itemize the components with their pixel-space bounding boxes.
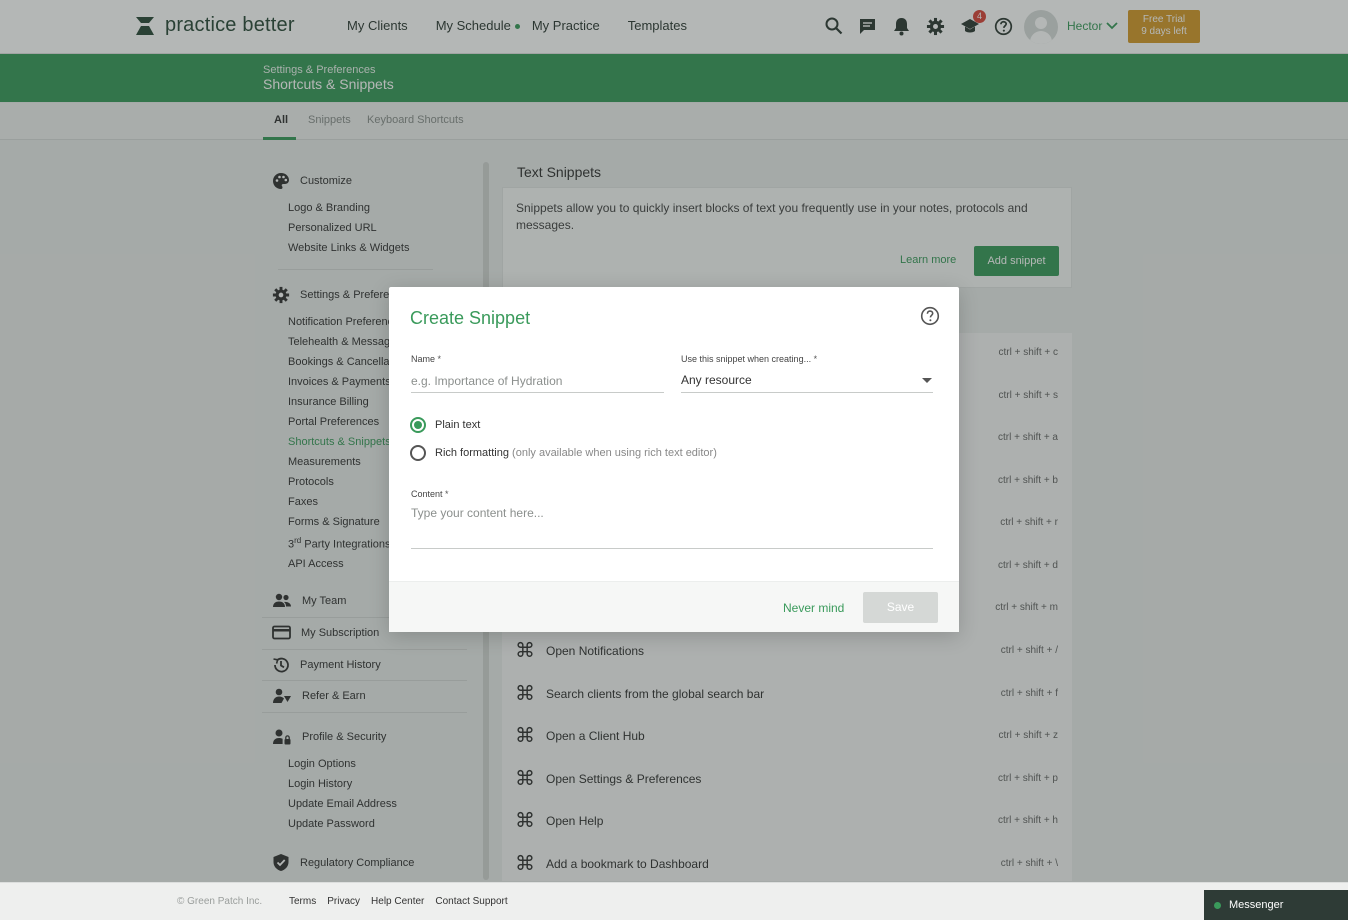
footer: © Green Patch Inc. Terms Privacy Help Ce… (0, 882, 1348, 920)
copyright: © Green Patch Inc. (177, 896, 263, 907)
never-mind-button[interactable]: Never mind (783, 601, 844, 615)
footer-link-contact-support[interactable]: Contact Support (435, 896, 507, 907)
required-mark: * (437, 354, 442, 364)
resource-type-select[interactable]: Any resource (681, 369, 933, 393)
footer-links: Terms Privacy Help Center Contact Suppor… (289, 896, 508, 907)
name-label-text: Name (411, 354, 436, 364)
online-status-dot (1214, 901, 1221, 909)
use-snippet-label-text: Use this snippet when creating... (681, 354, 812, 364)
selected-resource: Any resource (681, 373, 752, 387)
rich-formatting-radio[interactable] (410, 445, 426, 461)
plain-text-label: Plain text (435, 419, 481, 431)
help-icon[interactable] (920, 306, 940, 326)
modal-footer: Never mind Save (389, 581, 959, 632)
name-label: Name * (411, 354, 441, 364)
messenger-label: Messenger (1229, 899, 1284, 911)
content-label: Content * (411, 489, 449, 499)
modal-title: Create Snippet (410, 308, 531, 328)
rich-formatting-label: Rich formatting (only available when usi… (435, 447, 717, 459)
rich-formatting-option[interactable]: Rich formatting (only available when usi… (410, 445, 717, 461)
footer-link-privacy[interactable]: Privacy (327, 896, 360, 907)
content-label-text: Content (411, 489, 443, 499)
caret-down-icon (922, 378, 932, 383)
plain-text-option[interactable]: Plain text (410, 417, 480, 433)
content-textarea[interactable] (411, 506, 933, 549)
footer-link-help-center[interactable]: Help Center (371, 896, 424, 907)
name-input[interactable] (411, 369, 664, 393)
rich-formatting-text: Rich formatting (435, 447, 509, 459)
save-button[interactable]: Save (863, 592, 938, 623)
footer-link-terms[interactable]: Terms (289, 896, 316, 907)
use-snippet-label: Use this snippet when creating... * (681, 354, 817, 364)
rich-formatting-hint: (only available when using rich text edi… (512, 447, 717, 459)
create-snippet-modal: Create Snippet Name * Use this snippet w… (389, 287, 959, 632)
plain-text-radio[interactable] (410, 417, 426, 433)
required-mark: * (445, 489, 449, 499)
messenger-button[interactable]: Messenger (1204, 890, 1348, 920)
required-mark: * (813, 354, 818, 364)
